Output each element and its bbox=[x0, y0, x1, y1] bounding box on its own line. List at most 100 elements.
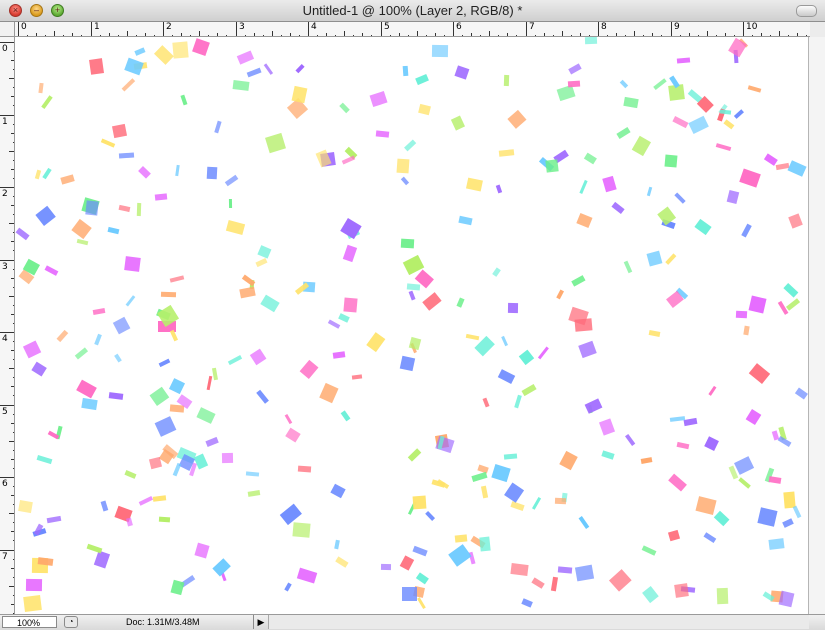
confetti-piece bbox=[23, 340, 41, 357]
ruler-label: 1 bbox=[94, 22, 100, 32]
ruler-label: 9 bbox=[674, 22, 680, 32]
vertical-ruler[interactable]: 01234567 bbox=[0, 37, 15, 614]
confetti-piece bbox=[402, 66, 408, 76]
confetti-piece bbox=[620, 80, 628, 89]
confetti-piece bbox=[47, 516, 62, 524]
confetti-piece bbox=[402, 587, 416, 602]
confetti-piece bbox=[748, 85, 762, 93]
confetti-piece bbox=[568, 81, 580, 87]
confetti-piece bbox=[694, 219, 711, 235]
confetti-piece bbox=[297, 568, 317, 584]
confetti-piece bbox=[538, 346, 549, 359]
ruler-origin[interactable] bbox=[0, 22, 15, 37]
confetti-piece bbox=[41, 95, 52, 108]
confetti-piece bbox=[171, 579, 185, 594]
confetti-piece bbox=[496, 184, 502, 193]
confetti-piece bbox=[126, 518, 133, 527]
confetti-piece bbox=[107, 227, 119, 234]
confetti-piece bbox=[161, 292, 176, 298]
confetti-piece bbox=[415, 74, 429, 85]
confetti-piece bbox=[401, 177, 409, 185]
confetti-piece bbox=[154, 194, 166, 201]
confetti-piece bbox=[94, 550, 110, 568]
confetti-piece bbox=[616, 127, 630, 139]
confetti-piece bbox=[677, 442, 689, 449]
confetti-piece bbox=[246, 472, 259, 477]
confetti-piece bbox=[77, 239, 88, 245]
confetti-piece bbox=[343, 245, 358, 262]
confetti-piece bbox=[609, 569, 632, 592]
confetti-piece bbox=[264, 63, 274, 75]
confetti-piece bbox=[406, 283, 420, 290]
window-titlebar[interactable]: × – + Untitled-1 @ 100% (Layer 2, RGB/8)… bbox=[0, 0, 825, 22]
confetti-piece bbox=[192, 38, 209, 56]
confetti-piece bbox=[560, 451, 578, 470]
confetti-piece bbox=[57, 329, 69, 341]
confetti-piece bbox=[532, 497, 541, 510]
confetti-piece bbox=[451, 115, 465, 130]
confetti-piece bbox=[677, 58, 690, 64]
confetti-piece bbox=[624, 261, 632, 274]
ruler-label: 2 bbox=[2, 189, 8, 199]
confetti-piece bbox=[207, 376, 213, 390]
confetti-piece bbox=[23, 595, 42, 612]
confetti-piece bbox=[764, 154, 777, 166]
confetti-piece bbox=[675, 193, 687, 205]
confetti-piece bbox=[340, 218, 361, 239]
confetti-piece bbox=[76, 379, 97, 398]
document-status-icon[interactable]: ◔ bbox=[64, 616, 78, 628]
ruler-label: 5 bbox=[384, 22, 390, 32]
confetti-piece bbox=[233, 80, 250, 91]
confetti-piece bbox=[744, 326, 750, 336]
confetti-piece bbox=[71, 219, 92, 239]
toolbar-toggle-button[interactable] bbox=[796, 5, 817, 17]
confetti-piece bbox=[400, 556, 414, 571]
confetti-piece bbox=[483, 398, 490, 408]
ruler-label: 4 bbox=[311, 22, 317, 32]
confetti-piece bbox=[42, 168, 51, 179]
confetti-piece bbox=[642, 586, 659, 603]
status-menu-arrow[interactable]: ▶ bbox=[253, 615, 268, 629]
confetti-piece bbox=[719, 109, 730, 114]
confetti-piece bbox=[503, 75, 508, 86]
zoom-level-field[interactable]: 100% bbox=[2, 616, 57, 628]
confetti-piece bbox=[397, 158, 410, 172]
confetti-piece bbox=[507, 111, 526, 130]
ruler-label: 1 bbox=[2, 117, 8, 127]
confetti-piece bbox=[172, 41, 189, 58]
confetti-piece bbox=[341, 410, 350, 421]
confetti-piece bbox=[749, 295, 767, 313]
confetti-piece bbox=[86, 200, 99, 215]
horizontal-scrollbar[interactable] bbox=[268, 615, 809, 629]
confetti-piece bbox=[784, 283, 799, 298]
confetti-piece bbox=[75, 347, 88, 359]
confetti-piece bbox=[340, 102, 350, 112]
confetti-piece bbox=[455, 65, 470, 79]
vertical-scrollbar[interactable] bbox=[808, 37, 825, 614]
confetti-piece bbox=[745, 409, 761, 425]
confetti-piece bbox=[286, 427, 301, 442]
confetti-piece bbox=[457, 297, 465, 307]
confetti-piece bbox=[471, 472, 487, 482]
horizontal-ruler[interactable]: 012345678910 bbox=[15, 22, 810, 37]
confetti-piece bbox=[320, 383, 339, 403]
confetti-piece bbox=[408, 336, 420, 349]
confetti-piece bbox=[250, 349, 266, 365]
confetti-piece bbox=[413, 496, 427, 510]
confetti-piece bbox=[795, 387, 808, 399]
confetti-piece bbox=[328, 320, 340, 329]
confetti-piece bbox=[647, 187, 653, 197]
confetti-piece bbox=[284, 414, 292, 424]
confetti-piece bbox=[579, 180, 588, 194]
confetti-piece bbox=[786, 298, 800, 310]
document-canvas[interactable] bbox=[15, 37, 808, 614]
confetti-piece bbox=[38, 83, 43, 94]
confetti-piece bbox=[89, 58, 104, 74]
confetti-piece bbox=[401, 238, 414, 248]
confetti-piece bbox=[37, 455, 53, 464]
confetti-piece bbox=[480, 536, 492, 551]
confetti-piece bbox=[741, 224, 751, 238]
confetti-piece bbox=[640, 457, 652, 463]
confetti-piece bbox=[793, 505, 801, 517]
confetti-piece bbox=[134, 47, 146, 56]
